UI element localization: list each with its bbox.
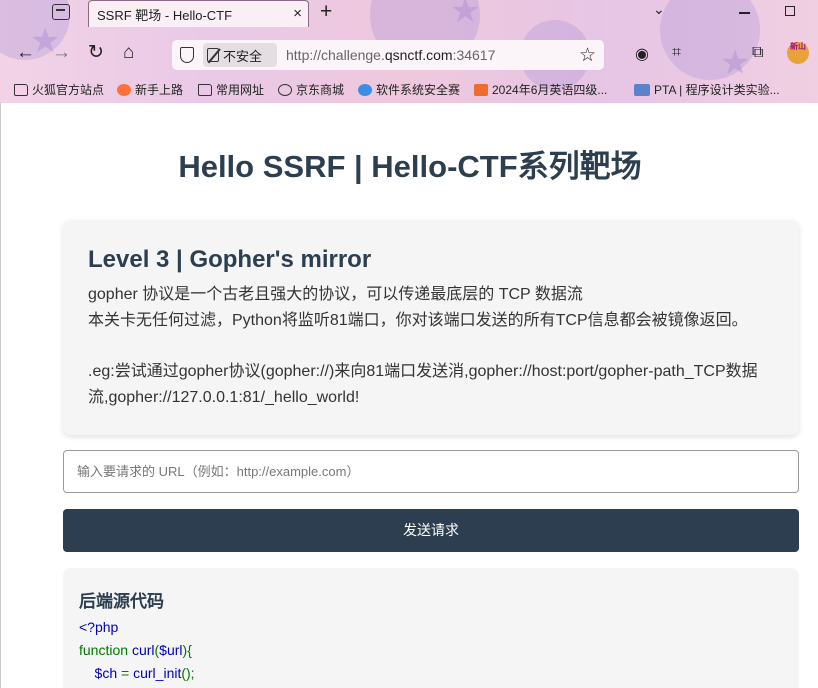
security-label: 不安全 <box>223 48 263 64</box>
browser-chrome: ★ ★ ★ ★ SSRF 靶场 - Hello-CTF × + ⌄ ← → ↻ … <box>0 0 818 103</box>
bookmark-label: 软件系统安全赛 <box>376 83 461 97</box>
bookmark-star-icon[interactable]: ☆ <box>579 44 596 67</box>
tab-bar: SSRF 靶场 - Hello-CTF × + ⌄ <box>0 0 818 27</box>
bookmark-item[interactable]: 火狐官方站点 <box>14 81 104 98</box>
home-icon[interactable]: ⌂ <box>123 41 134 65</box>
code-punct: ){ <box>182 642 192 658</box>
reload-icon[interactable]: ↻ <box>88 41 104 65</box>
code-line: function curl($url){ <box>79 639 783 662</box>
folder-icon <box>198 83 212 96</box>
code-keyword: function <box>79 642 132 658</box>
folder-icon <box>14 83 28 96</box>
maximize-window-icon[interactable] <box>785 6 795 16</box>
tab-title: SSRF 靶场 - Hello-CTF <box>97 7 233 23</box>
forward-arrow-icon[interactable]: → <box>52 41 71 65</box>
url-host: qsnctf.com <box>384 47 453 63</box>
level-description: 本关卡无任何过滤，Python将监听81端口，你对该端口发送的所有TCP信息都会… <box>88 312 748 329</box>
level-info-card: Level 3 | Gopher's mirror gopher 协议是一个古老… <box>63 220 799 435</box>
code-operator: = <box>117 665 134 681</box>
profile-avatar[interactable]: 新山 <box>787 42 809 64</box>
code-title: 后端源代码 <box>79 592 164 611</box>
crop-screenshot-icon[interactable]: ⌗ <box>672 44 681 62</box>
bookmarks-bar: 火狐官方站点 新手上路 常用网址 京东商城 软件系统安全赛 2024年6月英语四… <box>0 78 818 100</box>
account-icon[interactable]: ◉ <box>635 44 649 64</box>
insecure-lock-icon <box>207 48 219 62</box>
url-input[interactable] <box>63 450 799 493</box>
tab-overview-icon[interactable] <box>52 4 70 20</box>
source-code-card: 后端源代码 <?php function curl($url){ $ch = c… <box>63 568 799 688</box>
minimize-window-icon[interactable] <box>739 12 750 14</box>
new-tab-icon[interactable]: + <box>320 1 332 23</box>
bookmark-label: PTA | 程序设计类实验... <box>654 83 780 97</box>
pta-icon <box>634 83 650 96</box>
bookmark-label: 常用网址 <box>216 83 265 97</box>
active-tab[interactable]: SSRF 靶场 - Hello-CTF × <box>88 0 309 27</box>
example-text: .eg:尝试通过gopher协议(gopher://)来向81端口发送消,gop… <box>88 363 758 380</box>
url-port: :34617 <box>452 47 496 63</box>
chevron-down-icon[interactable]: ⌄ <box>653 1 665 18</box>
code-line: $ch = curl_init(); <box>79 662 783 685</box>
bookmark-label: 京东商城 <box>296 83 345 97</box>
bookmark-item[interactable]: PTA | 程序设计类实验... <box>634 81 780 98</box>
level-description: gopher 协议是一个古老且强大的协议，可以传递最底层的 TCP 数据流 <box>88 286 583 303</box>
code-punct: (); <box>181 665 195 681</box>
code-function: curl_init <box>133 665 182 681</box>
url-text[interactable]: http://challenge.qsnctf.com:34617 <box>286 47 495 63</box>
tracking-protection-shield-icon[interactable] <box>180 47 194 63</box>
page-title: Hello SSRF | Hello-CTF系列靶场 <box>178 149 642 184</box>
bookmark-label: 新手上路 <box>135 83 184 97</box>
code-variable: $url <box>159 642 183 658</box>
document-icon <box>474 83 488 96</box>
close-tab-icon[interactable]: × <box>293 5 302 22</box>
code-variable: $ch <box>79 665 118 681</box>
shield-badge-icon <box>358 83 372 96</box>
page-viewport: Hello SSRF | Hello-CTF系列靶场 Level 3 | Gop… <box>0 103 818 688</box>
connection-security-badge[interactable]: 不安全 <box>203 43 277 67</box>
back-arrow-icon[interactable]: ← <box>16 41 35 65</box>
level-title: Level 3 | Gopher's mirror <box>88 246 372 273</box>
bookmark-item[interactable]: 软件系统安全赛 <box>358 81 460 98</box>
firefox-icon <box>117 83 131 96</box>
bookmark-label: 火狐官方站点 <box>32 83 105 97</box>
address-bar[interactable]: 不安全 http://challenge.qsnctf.com:34617 ☆ <box>172 40 604 70</box>
code-function: curl <box>131 642 155 658</box>
bookmark-item[interactable]: 京东商城 <box>278 81 344 98</box>
code-line: <?php <box>79 619 119 635</box>
example-text: 流,gopher://127.0.0.1:81/_hello_world! <box>88 389 360 406</box>
bookmark-label: 2024年6月英语四级... <box>492 83 608 97</box>
send-request-button[interactable]: 发送请求 <box>63 509 799 552</box>
extensions-icon[interactable]: ⧉ <box>752 44 763 62</box>
bookmark-item[interactable]: 新手上路 <box>117 81 183 98</box>
bookmark-item[interactable]: 常用网址 <box>198 81 264 98</box>
navigation-bar: ← → ↻ ⌂ 不安全 http://challenge.qsnctf.com:… <box>0 38 818 74</box>
globe-icon <box>278 83 292 96</box>
bookmark-item[interactable]: 2024年6月英语四级... <box>474 81 607 98</box>
url-prefix: http://challenge. <box>286 47 385 63</box>
